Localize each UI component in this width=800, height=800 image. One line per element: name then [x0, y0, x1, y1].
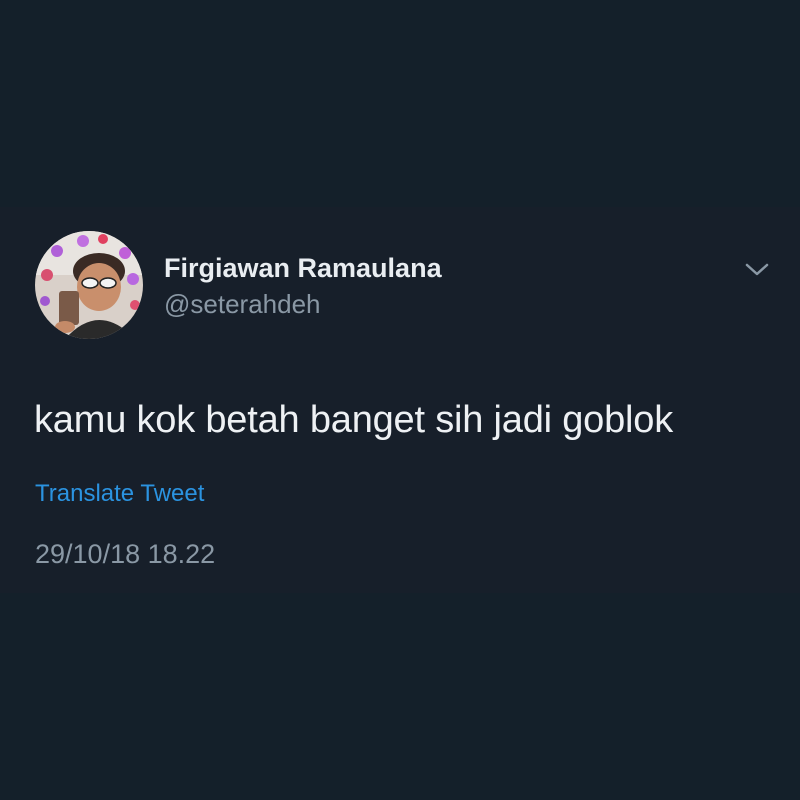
translate-tweet-link[interactable]: Translate Tweet: [35, 480, 204, 508]
display-name[interactable]: Firgiawan Ramaulana: [164, 253, 442, 284]
chevron-down-icon[interactable]: [744, 259, 770, 279]
tweet-card: Firgiawan Ramaulana @seterahdeh kamu kok…: [0, 207, 800, 593]
avatar[interactable]: [35, 231, 143, 339]
tweet-text: kamu kok betah banget sih jadi goblok: [34, 399, 674, 441]
tweet-timestamp: 29/10/18 18.22: [35, 539, 216, 569]
avatar-image: [35, 231, 143, 339]
user-handle[interactable]: @seterahdeh: [164, 289, 321, 320]
